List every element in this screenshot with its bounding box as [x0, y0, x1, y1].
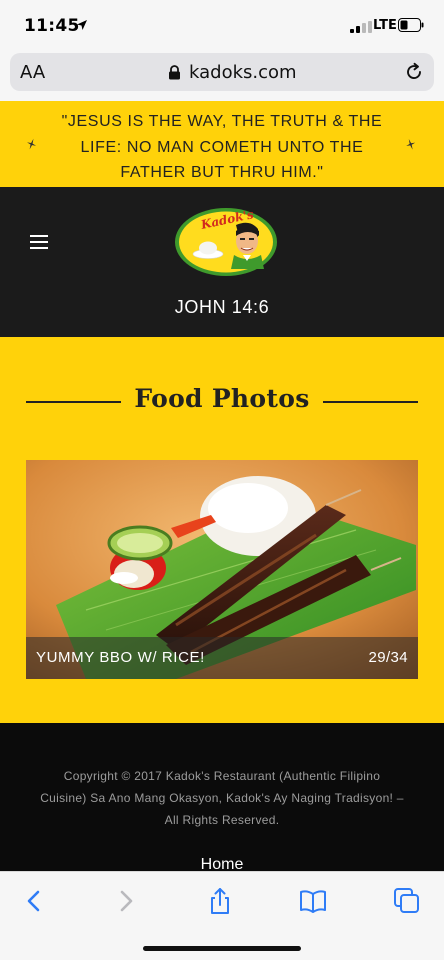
section-heading: Food Photos [26, 382, 418, 422]
kadoks-logo[interactable]: Kadok's [174, 207, 278, 277]
reload-icon[interactable] [404, 62, 424, 82]
network-label: LTE [373, 18, 397, 33]
address-bar[interactable]: AA kadoks.com [10, 53, 434, 91]
share-icon[interactable] [206, 887, 234, 915]
lock-icon [169, 65, 180, 80]
location-arrow-icon [77, 20, 87, 30]
quote-text: "JESUS IS THE WAY, THE TRUTH & THE LIFE:… [61, 113, 383, 181]
tabs-icon[interactable] [393, 887, 421, 915]
browser-toolbar [0, 871, 444, 960]
home-indicator [143, 946, 301, 951]
food-photos-section: Food Photos YUMMY BBO W/ RICE! 29/34 [0, 337, 444, 723]
forward-icon[interactable] [112, 887, 140, 915]
divider [323, 401, 418, 403]
copyright-text: Copyright © 2017 Kadok's Restaurant (Aut… [40, 769, 404, 827]
back-icon[interactable] [20, 887, 48, 915]
sparkle-icon [26, 136, 38, 155]
status-bar: 11:45 LTE [0, 0, 444, 50]
hamburger-menu-icon[interactable] [30, 235, 48, 249]
url-text[interactable]: kadoks.com [189, 62, 297, 83]
photo-caption: YUMMY BBO W/ RICE! [36, 649, 205, 666]
battery-icon [398, 18, 424, 32]
browser-address-area: AA kadoks.com [0, 50, 444, 101]
caption-bar: YUMMY BBO W/ RICE! 29/34 [26, 637, 418, 679]
site-header: Kadok's JOHN 14:6 [0, 187, 444, 337]
text-size-button[interactable]: AA [20, 62, 45, 83]
food-photo-slide[interactable]: YUMMY BBO W/ RICE! 29/34 [26, 460, 418, 679]
status-time: 11:45 [24, 16, 80, 36]
site-footer: Copyright © 2017 Kadok's Restaurant (Aut… [0, 723, 444, 873]
signal-bars-icon [350, 21, 372, 33]
verse-reference: JOHN 14:6 [174, 297, 270, 317]
photo-counter: 29/34 [368, 649, 408, 666]
bookmarks-icon[interactable] [299, 887, 327, 915]
section-title: Food Photos [134, 384, 310, 413]
sparkle-icon [405, 136, 417, 155]
quote-banner: "JESUS IS THE WAY, THE TRUTH & THE LIFE:… [0, 101, 444, 187]
